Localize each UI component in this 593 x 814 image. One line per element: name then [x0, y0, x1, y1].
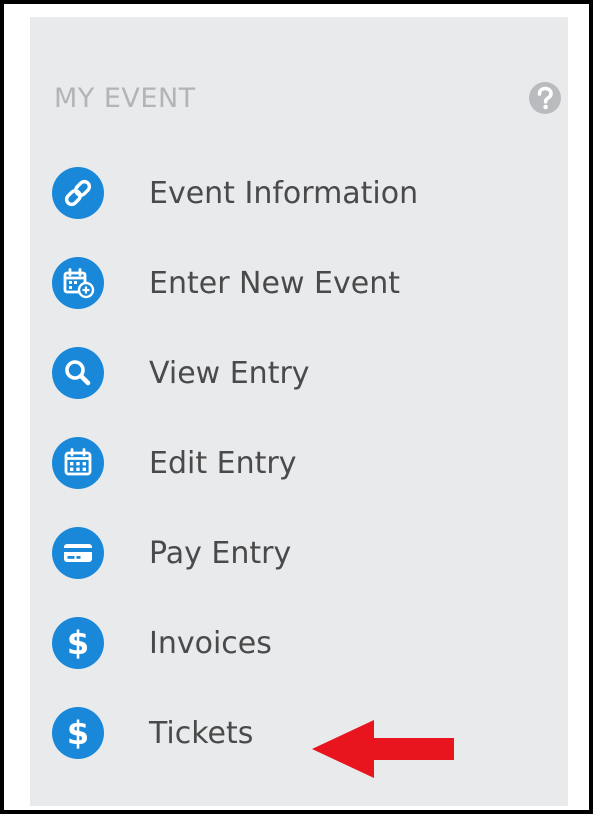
calendar-icon: [52, 437, 104, 489]
calendar-add-icon: [52, 257, 104, 309]
link-icon: [52, 167, 104, 219]
sidebar-item-tickets[interactable]: $ Tickets: [52, 707, 552, 759]
sidebar-item-label: Event Information: [149, 175, 419, 211]
red-arrow-icon: [312, 720, 454, 778]
question-circle-icon[interactable]: [528, 81, 562, 115]
search-icon: [52, 347, 104, 399]
dollar-icon: $: [52, 617, 104, 669]
section-header: MY EVENT: [54, 79, 564, 119]
sidebar-item-label: Pay Entry: [149, 535, 292, 571]
sidebar-panel: MY EVENT Event Information Enter New Eve…: [30, 17, 568, 806]
sidebar-item-label: Edit Entry: [149, 445, 297, 481]
sidebar-item-event-information[interactable]: Event Information: [52, 167, 552, 219]
dollar-icon: $: [52, 707, 104, 759]
sidebar-item-label: Invoices: [149, 625, 272, 661]
sidebar-item-label: View Entry: [149, 355, 310, 391]
sidebar-item-pay-entry[interactable]: Pay Entry: [52, 527, 552, 579]
sidebar-item-label: Enter New Event: [149, 265, 400, 301]
sidebar-menu: Event Information Enter New Event View E…: [52, 167, 552, 797]
sidebar-item-view-entry[interactable]: View Entry: [52, 347, 552, 399]
section-title: MY EVENT: [54, 83, 196, 114]
sidebar-item-edit-entry[interactable]: Edit Entry: [52, 437, 552, 489]
sidebar-item-enter-new-event[interactable]: Enter New Event: [52, 257, 552, 309]
sidebar-item-label: Tickets: [149, 715, 254, 751]
sidebar-item-invoices[interactable]: $ Invoices: [52, 617, 552, 669]
credit-card-icon: [52, 527, 104, 579]
